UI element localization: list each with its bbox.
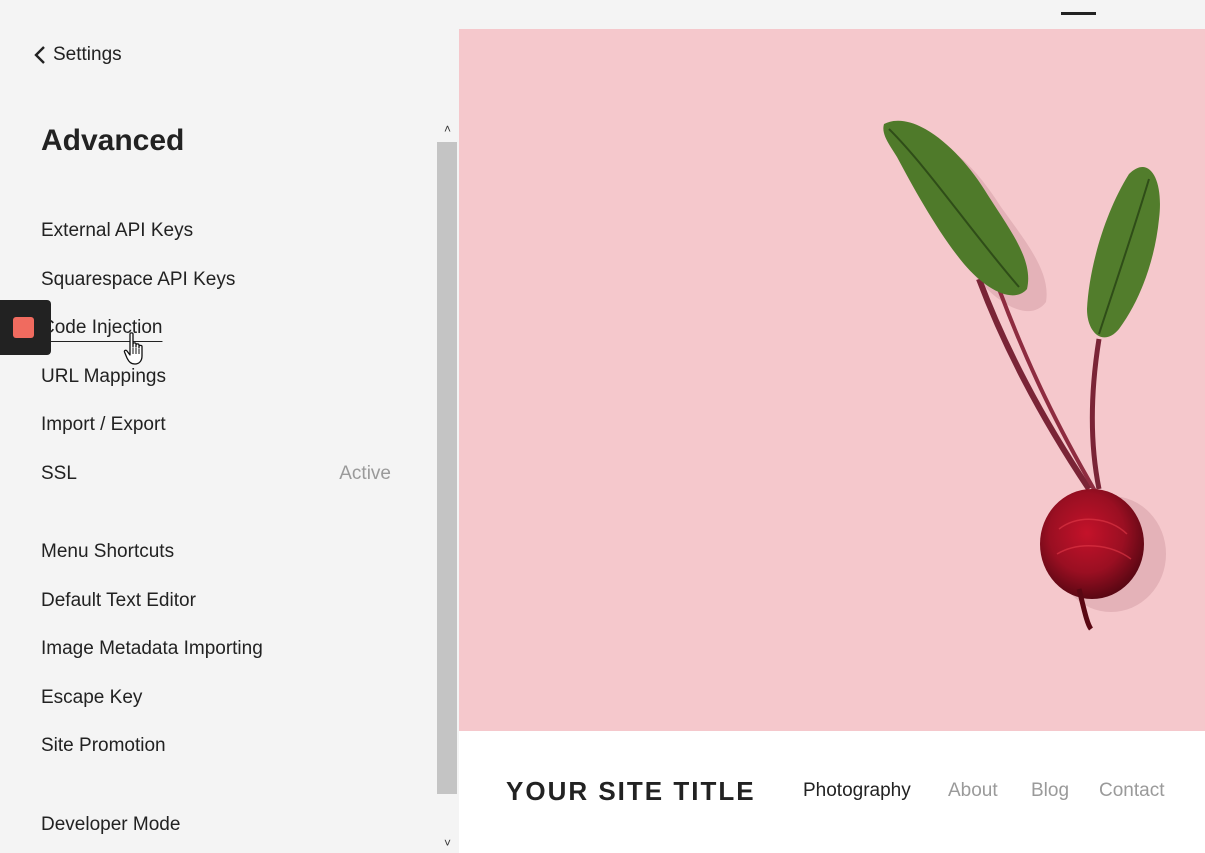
menu-item-label: Escape Key [41, 687, 143, 708]
menu-item-label: Site Promotion [41, 735, 166, 756]
ssl-status-badge: Active [339, 463, 391, 484]
menu-item-label: URL Mappings [41, 366, 166, 387]
scrollbar-thumb[interactable] [437, 142, 457, 794]
menu-item-label: Menu Shortcuts [41, 541, 175, 562]
menu-item-label: SSL [41, 463, 77, 484]
nav-link-blog[interactable]: Blog [1031, 780, 1069, 802]
nav-link-contact[interactable]: Contact [1099, 780, 1164, 802]
menu-item-label: Developer Mode [41, 814, 181, 835]
menu-item-menu-shortcuts[interactable]: Menu Shortcuts [41, 537, 391, 567]
settings-sidebar: Settings Advanced External API Keys Squa… [0, 0, 437, 853]
hand-cursor-icon [123, 332, 143, 365]
menu-item-label: Import / Export [41, 414, 166, 435]
menu-item-image-metadata-importing[interactable]: Image Metadata Importing [41, 634, 391, 664]
menu-item-external-api-keys[interactable]: External API Keys [41, 216, 391, 246]
scroll-down-icon[interactable]: ˅ [442, 837, 453, 849]
site-title[interactable]: YOUR SITE TITLE [506, 776, 756, 807]
beet-illustration [883, 120, 1166, 631]
scroll-up-icon[interactable]: ˄ [442, 123, 453, 135]
site-header: YOUR SITE TITLE Photography About Blog C… [459, 731, 1205, 853]
menu-item-url-mappings[interactable]: URL Mappings [41, 362, 391, 392]
menu-item-label: Image Metadata Importing [41, 638, 263, 659]
nav-link-about[interactable]: About [948, 780, 998, 802]
menu-item-label: Squarespace API Keys [41, 269, 236, 290]
menu-item-escape-key[interactable]: Escape Key [41, 683, 391, 713]
menu-item-code-injection[interactable]: Code Injection [41, 313, 391, 343]
page-title: Advanced [41, 124, 185, 157]
preview-handle[interactable] [1061, 12, 1096, 15]
recording-badge[interactable] [0, 300, 51, 355]
menu-item-label: External API Keys [41, 220, 194, 241]
back-to-settings-button[interactable]: Settings [33, 44, 122, 66]
menu-item-ssl[interactable]: SSL Active [41, 459, 391, 489]
menu-item-site-promotion[interactable]: Site Promotion [41, 731, 391, 761]
menu-item-label: Default Text Editor [41, 590, 196, 611]
menu-item-default-text-editor[interactable]: Default Text Editor [41, 586, 391, 616]
menu-item-squarespace-api-keys[interactable]: Squarespace API Keys [41, 265, 391, 295]
menu-item-developer-mode[interactable]: Developer Mode [41, 810, 391, 840]
back-label: Settings [53, 44, 122, 65]
chevron-left-icon [34, 46, 45, 64]
site-preview: YOUR SITE TITLE Photography About Blog C… [459, 29, 1205, 853]
hero-image-beet [459, 29, 1205, 731]
nav-link-photography[interactable]: Photography [803, 780, 911, 802]
record-square-icon [13, 317, 34, 338]
sidebar-scrollbar[interactable]: ˄ ˅ [437, 120, 459, 853]
menu-item-import-export[interactable]: Import / Export [41, 410, 391, 440]
